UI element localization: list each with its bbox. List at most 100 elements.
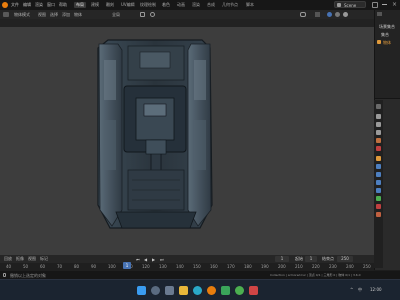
timeline-menu-marker[interactable]: 标记 [40, 256, 48, 262]
top-menu-bar: 文件 编辑 渲染 窗口 帮助 布局 建模 雕刻 UV编辑 纹理绘制 着色 动画 … [0, 0, 400, 10]
view-layer-tab-icon[interactable] [376, 130, 381, 135]
window-close-icon[interactable]: × [392, 1, 397, 8]
timeline-ruler[interactable]: 4050607080901001101201301401501601701801… [0, 263, 374, 271]
shading-solid-icon[interactable] [327, 12, 332, 17]
timeline-tick-label: 210 [295, 264, 303, 269]
shading-material-icon[interactable] [335, 12, 340, 17]
overlay-icon[interactable] [300, 12, 306, 17]
particles-tab-icon[interactable] [376, 172, 381, 177]
wechat-icon[interactable] [235, 286, 244, 295]
outliner-item-object[interactable]: 物体 [383, 40, 391, 46]
tab-geometry-nodes[interactable]: 几何节点 [222, 2, 238, 8]
clock-text[interactable]: 12:00 [370, 287, 382, 292]
timeline-tick-label: 180 [244, 264, 252, 269]
jump-end-icon[interactable]: ⏭ [160, 257, 164, 262]
timeline-menu-keying[interactable]: 抠像 [16, 256, 24, 262]
timeline-menu-playback[interactable]: 回放 [4, 256, 12, 262]
jump-start-icon[interactable]: ⏮ [136, 257, 140, 262]
play-back-icon[interactable]: ◀ [144, 257, 147, 262]
timeline-tick-label: 80 [74, 264, 80, 269]
menu-object[interactable]: 物体 [74, 12, 82, 18]
search-icon[interactable] [151, 286, 160, 295]
menu-select[interactable]: 选择 [50, 12, 58, 18]
timeline-tick-label: 250 [363, 264, 371, 269]
tab-compositing[interactable]: 合成 [207, 2, 215, 8]
output-tab-icon[interactable] [376, 122, 381, 127]
outliner-filter-icon[interactable] [377, 12, 382, 16]
tab-sculpting[interactable]: 雕刻 [106, 2, 114, 8]
constraints-tab-icon[interactable] [376, 188, 381, 193]
editor-type-icon[interactable] [3, 12, 9, 17]
snap-icon[interactable] [140, 12, 145, 17]
current-frame-field[interactable]: 1 [275, 256, 289, 262]
playhead[interactable]: 1 [123, 262, 131, 269]
3d-viewport[interactable] [0, 27, 374, 255]
menu-view[interactable]: 视图 [38, 12, 46, 18]
windows-start-icon[interactable] [137, 286, 146, 295]
timeline-tick-label: 70 [57, 264, 63, 269]
tab-animation[interactable]: 动画 [177, 2, 185, 8]
task-view-icon[interactable] [165, 286, 174, 295]
window-minimize-icon[interactable] [382, 4, 387, 5]
timeline-menu-view[interactable]: 视图 [28, 256, 36, 262]
start-frame-label: 起始 [295, 256, 303, 261]
scene-selector[interactable]: Scene [334, 1, 366, 8]
timeline-tick-label: 50 [23, 264, 29, 269]
shading-rendered-icon[interactable] [343, 12, 348, 17]
modifier-tab-icon[interactable] [376, 164, 381, 169]
menu-file[interactable]: 文件 [11, 2, 19, 8]
tab-texture-paint[interactable]: 纹理绘制 [140, 2, 156, 8]
blender-taskbar-icon[interactable] [207, 286, 216, 295]
scene-icon [337, 3, 341, 7]
timeline-tick-label: 90 [91, 264, 97, 269]
outliner-panel: 场景集合 集合 物体 [374, 10, 400, 98]
properties-tabs [374, 100, 383, 268]
mouse-icon [3, 273, 6, 277]
transform-orientation[interactable]: 全局 [112, 12, 120, 18]
outliner-item-collection[interactable]: 集合 [381, 32, 389, 38]
app-icon-red[interactable] [249, 286, 258, 295]
tab-shading[interactable]: 着色 [162, 2, 170, 8]
tool-tab-icon[interactable] [376, 104, 381, 109]
hatch-front [139, 51, 171, 69]
tab-scripting[interactable]: 脚本 [246, 2, 254, 8]
rear-plate [115, 211, 197, 229]
menu-render[interactable]: 渲染 [35, 2, 43, 8]
tray-expand-icon[interactable]: ^ [350, 287, 353, 292]
edge-icon[interactable] [193, 286, 202, 295]
status-right-text: Collection | armored-tur | 顶点 0/1 | 三角形 … [270, 273, 361, 277]
timeline-tick-label: 60 [40, 264, 46, 269]
proportional-edit-icon[interactable] [150, 12, 155, 17]
timeline-tick-label: 170 [227, 264, 235, 269]
scene-tab-icon[interactable] [376, 138, 381, 143]
menu-add[interactable]: 添加 [62, 12, 70, 18]
tab-uv-editing[interactable]: UV编辑 [121, 2, 135, 8]
app-icon-green[interactable] [221, 286, 230, 295]
file-explorer-icon[interactable] [179, 286, 188, 295]
end-frame-field[interactable]: 250 [337, 256, 353, 262]
start-frame-field[interactable]: 1 [305, 256, 317, 262]
menu-window[interactable]: 窗口 [47, 2, 55, 8]
tank-model [97, 39, 213, 229]
windows-taskbar: ^ 中 12:00 [0, 279, 400, 300]
tab-rendering[interactable]: 渲染 [192, 2, 200, 8]
material-tab-icon[interactable] [376, 204, 381, 209]
texture-tab-icon[interactable] [376, 212, 381, 217]
tab-modeling[interactable]: 建模 [91, 2, 99, 8]
data-tab-icon[interactable] [376, 196, 381, 201]
blender-logo-icon[interactable] [2, 2, 8, 8]
render-tab-icon[interactable] [376, 114, 381, 119]
timeline-tick-label: 130 [159, 264, 167, 269]
world-tab-icon[interactable] [376, 146, 381, 151]
physics-tab-icon[interactable] [376, 180, 381, 185]
tab-layout[interactable]: 布局 [74, 2, 86, 8]
menu-edit[interactable]: 编辑 [23, 2, 31, 8]
xray-icon[interactable] [315, 12, 320, 17]
input-language[interactable]: 中 [358, 287, 362, 293]
menu-help[interactable]: 帮助 [59, 2, 67, 8]
timeline-tick-label: 40 [6, 264, 12, 269]
mode-selector[interactable]: 物体模式 [14, 12, 30, 18]
view-layer-icon[interactable] [372, 2, 378, 8]
object-tab-icon[interactable] [376, 156, 381, 161]
play-icon[interactable]: ▶ [152, 257, 155, 262]
